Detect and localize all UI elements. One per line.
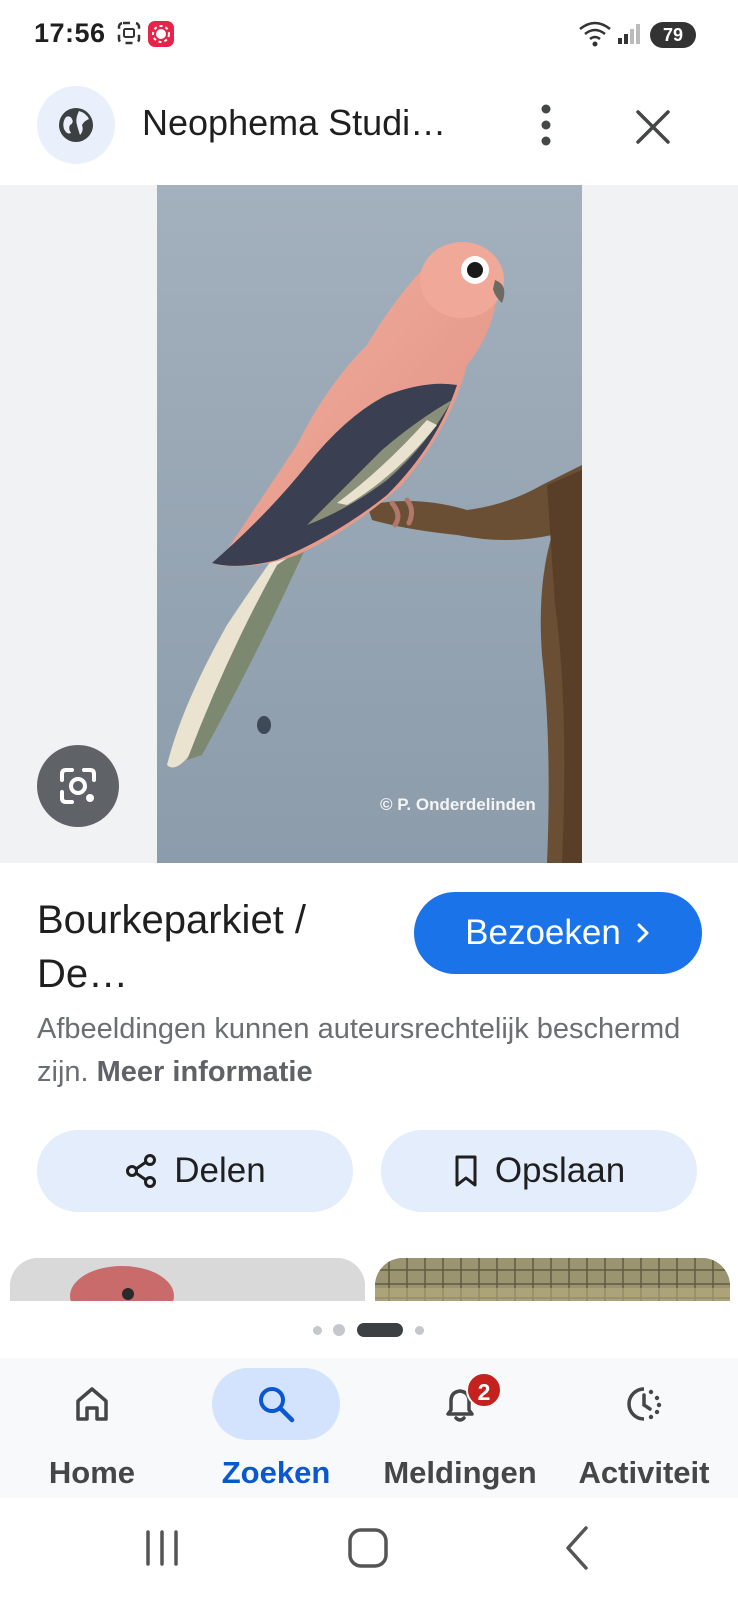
pager-dot: [333, 1324, 345, 1336]
bottom-navigation: Home Zoeken 2 Meldingen Activiteit: [0, 1358, 738, 1498]
activity-icon: [627, 1387, 662, 1421]
battery-icon: 79: [650, 22, 696, 48]
more-vert-icon[interactable]: [526, 100, 566, 150]
pager-dot-active: [357, 1323, 403, 1337]
related-image-thumbnail[interactable]: [10, 1258, 365, 1301]
globe-icon[interactable]: [37, 86, 115, 164]
more-info-link[interactable]: Meer informatie: [97, 1056, 313, 1088]
image-viewer[interactable]: © P. Onderdelinden: [0, 185, 738, 863]
status-time: 17:56: [34, 18, 106, 48]
screenshot-icon: [116, 20, 142, 51]
save-button[interactable]: Opslaan: [381, 1130, 697, 1212]
top-bar: Neophema Studi…: [0, 80, 738, 180]
home-icon: [76, 1387, 108, 1421]
visit-button[interactable]: Bezoeken: [414, 892, 702, 974]
copyright-notice: Afbeeldingen kunnen auteursrechtelijk be…: [37, 1008, 697, 1094]
nav-label-search: Zoeken: [221, 1455, 331, 1490]
nav-label-home: Home: [48, 1455, 136, 1490]
save-button-label: Opslaan: [494, 1151, 626, 1190]
nav-label-activity: Activiteit: [578, 1455, 710, 1490]
close-icon[interactable]: [630, 104, 676, 150]
chevron-right-icon: [637, 923, 649, 943]
bird-photo: [157, 185, 582, 863]
back-icon[interactable]: [546, 1520, 606, 1576]
nav-item-notifications[interactable]: 2 Meldingen: [368, 1358, 552, 1498]
pager-dot: [415, 1326, 424, 1335]
google-lens-icon[interactable]: [37, 745, 119, 827]
visit-button-label: Bezoeken: [465, 913, 621, 952]
recent-apps-icon[interactable]: [132, 1520, 192, 1576]
notification-badge: 2: [466, 1372, 502, 1408]
share-button-label: Delen: [174, 1151, 266, 1190]
carousel-pager: [313, 1322, 433, 1338]
nav-label-notifications: Meldingen: [383, 1455, 537, 1490]
site-title[interactable]: Neophema Studi…: [142, 102, 446, 144]
share-icon: [126, 1154, 157, 1188]
nav-item-search[interactable]: Zoeken: [184, 1358, 368, 1498]
app-notification-icon: [147, 20, 175, 53]
search-icon: [259, 1387, 295, 1423]
bookmark-icon: [455, 1155, 477, 1187]
share-button[interactable]: Delen: [37, 1130, 353, 1212]
result-title[interactable]: Bourkeparkiet / De…: [37, 893, 377, 1001]
related-image-thumbnail[interactable]: [375, 1258, 730, 1301]
home-button-icon[interactable]: [338, 1520, 398, 1576]
nav-item-activity[interactable]: Activiteit: [552, 1358, 736, 1498]
photo-watermark: © P. Onderdelinden: [380, 795, 536, 814]
wifi-icon: [578, 20, 612, 53]
signal-icon: [616, 22, 642, 51]
nav-item-home[interactable]: Home: [0, 1358, 184, 1498]
status-bar: 17:56 79: [0, 0, 738, 70]
system-navigation-bar: [0, 1498, 738, 1600]
pager-dot: [313, 1326, 322, 1335]
